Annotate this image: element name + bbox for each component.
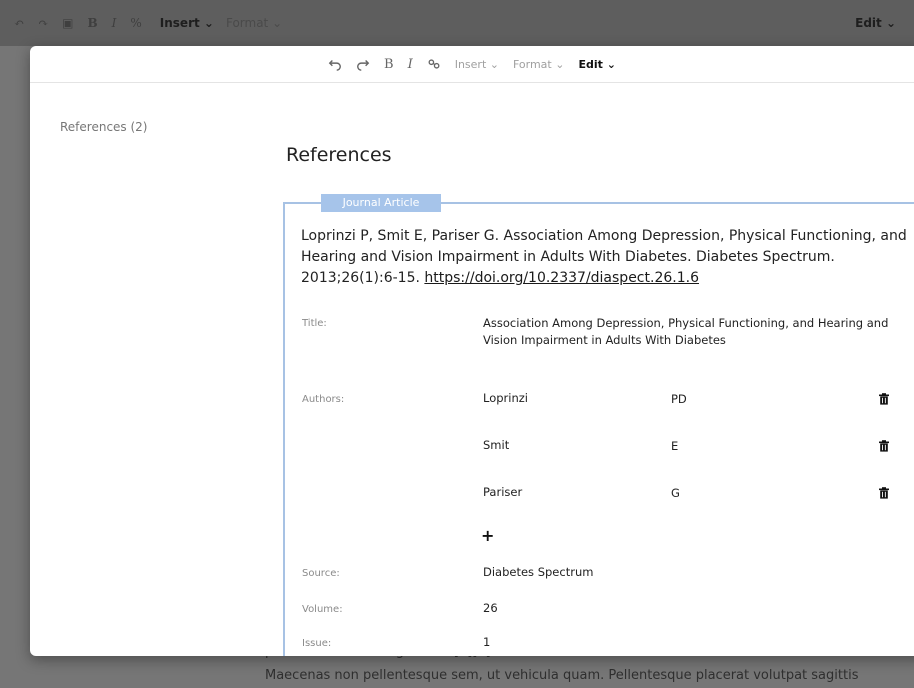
italic-icon: I (111, 16, 117, 30)
trash-icon[interactable] (878, 440, 890, 452)
sidebar-references-count[interactable]: References (2) (60, 120, 148, 134)
author-last-name[interactable]: Pariser (483, 484, 522, 501)
author-last-name[interactable]: Loprinzi (483, 390, 528, 407)
author-initials[interactable]: PD (671, 392, 687, 406)
background-toolbar: ↶ ↷ ▣ B I % Insert ⌄ Format ⌄ Edit ⌄ (0, 0, 914, 46)
redo-icon[interactable] (356, 57, 370, 71)
add-author-button[interactable]: + (481, 526, 494, 545)
volume-label: Volume: (302, 604, 343, 615)
link-icon[interactable] (427, 57, 441, 71)
source-field[interactable]: Diabetes Spectrum (483, 564, 593, 581)
references-modal: B I Insert ⌄ Format ⌄ Edit ⌄ References … (30, 46, 914, 656)
title-label: Title: (302, 318, 327, 329)
title-field[interactable]: Association Among Depression, Physical F… (483, 315, 903, 349)
undo-icon: ↶ (14, 16, 25, 30)
author-last-name[interactable]: Smit (483, 437, 509, 454)
trash-icon[interactable] (878, 487, 890, 499)
formatted-citation: Loprinzi P, Smit E, Pariser G. Associati… (301, 226, 914, 289)
italic-icon[interactable]: I (408, 57, 413, 72)
reference-card: Journal Article Loprinzi P, Smit E, Pari… (283, 194, 914, 656)
edit-menu[interactable]: Edit ⌄ (578, 58, 615, 71)
link-icon: % (130, 16, 142, 30)
bold-icon[interactable]: B (384, 57, 394, 72)
page-title: References (286, 144, 392, 166)
issue-label: Issue: (302, 638, 332, 649)
format-menu[interactable]: Format ⌄ (513, 58, 564, 71)
volume-field[interactable]: 26 (483, 600, 498, 617)
reference-type-tag: Journal Article (321, 194, 441, 212)
bg-paragraph-line-2: Maecenas non pellentesque sem, ut vehicu… (265, 668, 859, 683)
bold-icon: B (87, 16, 98, 30)
authors-label: Authors: (302, 394, 345, 405)
bg-edit-menu: Edit ⌄ (855, 16, 896, 30)
source-label: Source: (302, 568, 340, 579)
author-initials[interactable]: E (671, 439, 678, 453)
undo-icon[interactable] (328, 57, 342, 71)
doi-link[interactable]: https://doi.org/10.2337/diaspect.26.1.6 (424, 270, 699, 286)
bg-format-menu: Format ⌄ (225, 16, 283, 30)
insert-menu[interactable]: Insert ⌄ (455, 58, 499, 71)
bg-insert-menu: Insert ⌄ (159, 16, 214, 30)
author-initials[interactable]: G (671, 486, 680, 500)
save-icon: ▣ (62, 16, 74, 30)
modal-toolbar: B I Insert ⌄ Format ⌄ Edit ⌄ (30, 46, 914, 83)
trash-icon[interactable] (878, 393, 890, 405)
issue-field[interactable]: 1 (483, 634, 490, 651)
redo-icon: ↷ (38, 16, 49, 30)
